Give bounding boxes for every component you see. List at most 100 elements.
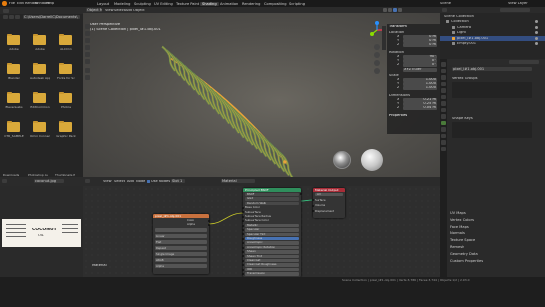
grid-view-icon[interactable] [374, 68, 380, 74]
color-socket-icon[interactable] [208, 219, 210, 222]
input-socket-icon[interactable] [242, 237, 244, 240]
zoom-icon[interactable] [374, 44, 380, 50]
principled-input[interactable]: Specular Tint [245, 232, 299, 236]
visibility-eye-icon[interactable] [535, 42, 538, 45]
alpha-socket-icon[interactable] [208, 223, 210, 226]
properties-tab-icon[interactable] [441, 88, 446, 93]
properties-tab-icon[interactable] [441, 133, 446, 139]
viewport-menu-object[interactable]: Object [133, 9, 145, 13]
image-texture-node-title[interactable]: pixel_l#1.obj.001 [153, 214, 209, 218]
feather-object[interactable] [160, 30, 310, 180]
principled-input[interactable]: Anisotropic Rotation [245, 245, 299, 250]
tab-texture-paint[interactable]: Texture Paint [174, 2, 201, 6]
tab-scripting[interactable]: Scripting [287, 2, 307, 6]
location-y-field[interactable]: 0 m [403, 39, 437, 43]
move-tool-icon[interactable] [85, 38, 90, 43]
view-layer-selector[interactable]: View Layer [508, 2, 528, 6]
input-socket-icon[interactable] [242, 228, 244, 231]
texture-setting-field[interactable]: Flat [155, 240, 207, 244]
visibility-eye-icon[interactable] [535, 31, 538, 34]
blender-logo-icon[interactable] [2, 1, 7, 6]
input-socket-icon[interactable] [242, 264, 244, 267]
outliner-item[interactable]: Collection [451, 20, 469, 24]
properties-section[interactable]: Texture Space [450, 238, 475, 242]
folder-icon[interactable] [59, 91, 72, 103]
output-socket-label[interactable]: Displacement [313, 210, 334, 213]
properties-tab-icon[interactable] [441, 127, 446, 132]
input-socket-icon[interactable] [242, 246, 244, 249]
properties-search-input[interactable] [509, 60, 539, 64]
folder-icon[interactable] [7, 62, 20, 74]
dimensions-z-field[interactable]: 0.04 m [403, 106, 437, 110]
material-output-title[interactable]: Material Output [313, 188, 345, 192]
properties-tab-icon[interactable] [441, 107, 446, 113]
menu-file[interactable]: File [9, 2, 15, 6]
tab-sculpting[interactable]: Sculpting [132, 2, 153, 6]
transform-tool-icon[interactable] [85, 59, 90, 64]
output-socket-label[interactable]: Surface [313, 199, 326, 202]
input-socket-icon[interactable] [242, 268, 244, 271]
folder-icon[interactable] [59, 62, 72, 74]
principled-input[interactable]: Random Walk [245, 201, 299, 206]
material-preview-icon[interactable] [393, 8, 397, 12]
shape-keys-list[interactable] [452, 122, 532, 138]
texture-setting-field[interactable]: Alpha [155, 264, 207, 268]
file-path-field[interactable]: C:\Users\DarrellC\Documents\ [23, 15, 80, 19]
properties-section[interactable]: Custom Properties [450, 259, 483, 263]
tab-compositing[interactable]: Compositing [262, 2, 289, 6]
sidebar-tabs[interactable] [382, 26, 386, 50]
principled-node-title[interactable]: Principled BSDF [243, 188, 301, 192]
texture-setting-field[interactable]: Linear [155, 234, 207, 238]
properties-subpanel[interactable]: Properties [389, 114, 407, 118]
dimensions-x-field[interactable]: 0.21 m [403, 98, 437, 102]
folder-icon[interactable] [33, 62, 46, 74]
properties-tab-icon[interactable] [441, 81, 446, 87]
outliner-filter-icon[interactable] [442, 8, 447, 12]
properties-section[interactable]: Geometry Data [450, 252, 478, 256]
visibility-eye-icon[interactable] [535, 36, 538, 40]
properties-tab-icon[interactable] [441, 146, 446, 152]
principled-input[interactable]: Roughness [245, 237, 299, 241]
outliner-root[interactable]: Scene Collection [444, 15, 474, 19]
input-socket-icon[interactable] [242, 272, 244, 275]
outliner-item[interactable]: pixel_l#1.obj.001 [457, 37, 488, 41]
folder-icon[interactable] [7, 91, 20, 103]
properties-tab-icon[interactable] [441, 114, 446, 119]
scale-y-field[interactable]: 1.000 [403, 82, 437, 86]
annotate-tool-icon[interactable] [85, 68, 90, 73]
outliner-item[interactable]: Empty.001 [457, 42, 476, 46]
principled-input[interactable]: Transmission [245, 272, 299, 276]
camera-view-icon[interactable] [374, 60, 380, 66]
back-icon[interactable] [3, 15, 8, 19]
properties-tab-icon[interactable] [441, 101, 446, 106]
texture-setting-field[interactable]: Single Image [155, 252, 207, 256]
menu-edit[interactable]: Edit [17, 2, 24, 6]
properties-tab-icon[interactable] [441, 120, 446, 126]
material-output-node[interactable]: Material Output All Surface Volume Displace… [312, 188, 345, 218]
principled-bsdf-node[interactable]: Principled BSDF BSDF GGX Random Walk Base C… [242, 188, 302, 277]
properties-tab-icon[interactable] [441, 75, 446, 80]
properties-section[interactable]: Remesh [450, 245, 464, 249]
location-z-field[interactable]: 0 m [403, 43, 437, 47]
scale-x-field[interactable]: 1.000 [403, 78, 437, 82]
editor-type-icon[interactable] [2, 179, 7, 183]
principled-input[interactable]: GGX [245, 197, 299, 201]
input-socket-icon[interactable] [242, 255, 244, 258]
input-socket-icon[interactable] [242, 224, 244, 227]
properties-section[interactable]: Face Maps [450, 225, 469, 229]
input-socket-icon[interactable] [242, 259, 244, 262]
visibility-eye-icon[interactable] [535, 20, 538, 23]
bsdf-output-socket-icon[interactable] [300, 193, 302, 195]
properties-tab-icon[interactable] [441, 62, 446, 67]
principled-input[interactable]: Metallic [245, 223, 299, 228]
rotate-tool-icon[interactable] [85, 45, 90, 50]
tab-animation[interactable]: Animation [218, 2, 240, 6]
shape-keys-panel[interactable]: Shape Keys [452, 117, 473, 121]
folder-icon[interactable] [59, 120, 72, 132]
rotation-x-field[interactable]: 90° [403, 55, 437, 59]
object-mode-dropdown[interactable]: Object Mode [86, 8, 102, 12]
outliner-search-input[interactable] [500, 8, 530, 12]
folder-icon[interactable] [59, 33, 72, 45]
viewport-menu-select[interactable]: Select [114, 9, 125, 13]
principled-input[interactable]: Clearcoat Roughness [245, 263, 299, 267]
